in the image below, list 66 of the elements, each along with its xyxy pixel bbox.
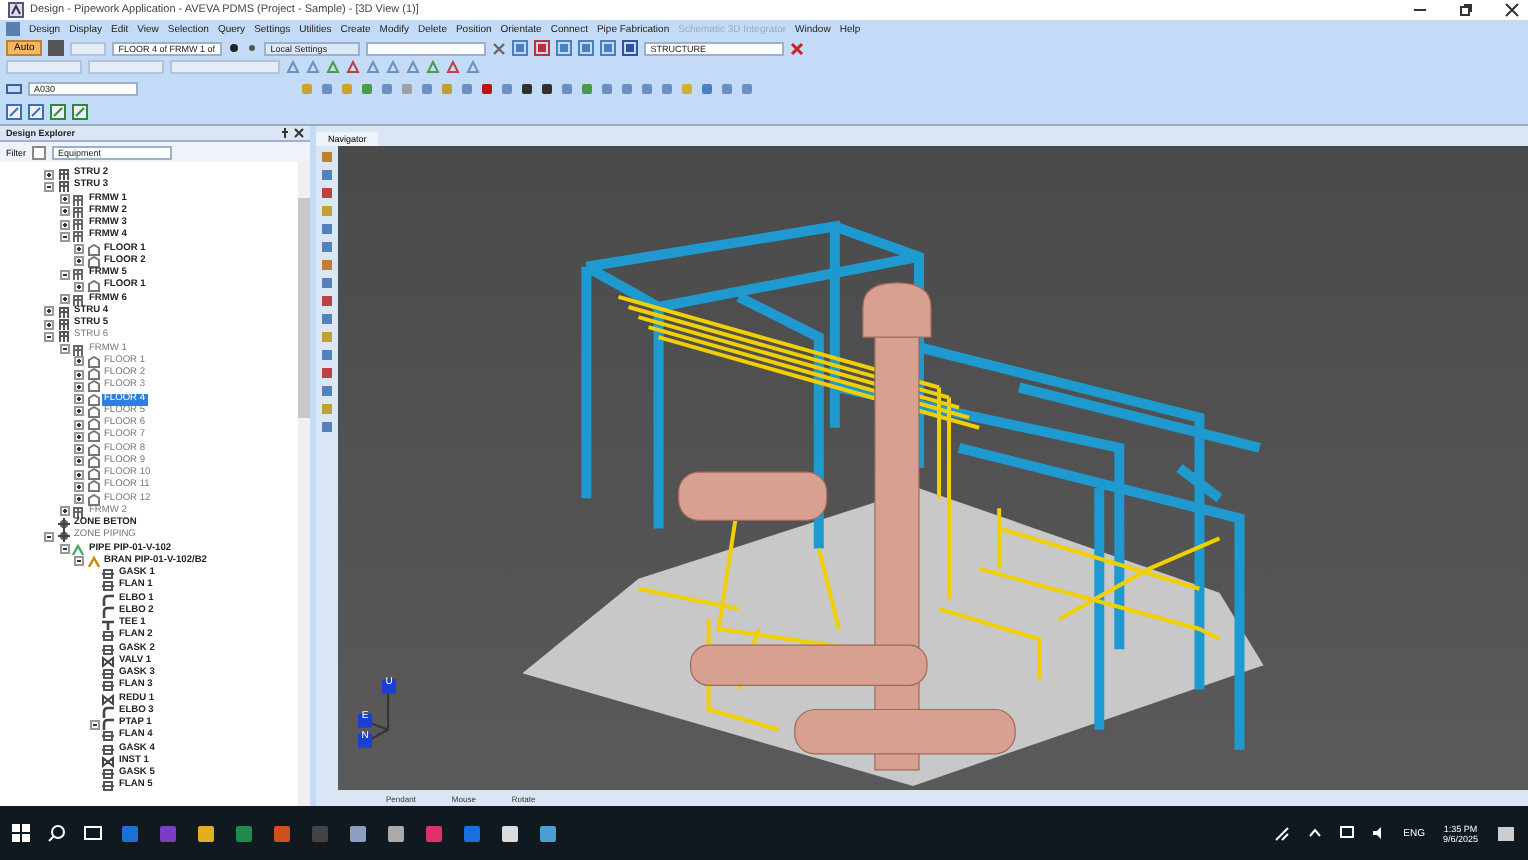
- monitor-icon[interactable]: [1339, 826, 1354, 840]
- expander-icon[interactable]: [74, 469, 84, 480]
- expander-icon[interactable]: [59, 294, 69, 305]
- expander-icon[interactable]: [44, 169, 54, 180]
- expander-icon[interactable]: [74, 494, 84, 505]
- app-icon: [8, 2, 24, 18]
- expander-icon[interactable]: [74, 481, 84, 492]
- expander-icon[interactable]: [74, 431, 84, 442]
- valve-icon: [102, 655, 114, 668]
- expander-icon[interactable]: [74, 381, 84, 392]
- expander-icon[interactable]: [59, 194, 69, 205]
- expander-icon[interactable]: [44, 181, 54, 192]
- expander-icon[interactable]: [59, 544, 69, 555]
- frame-icon: [72, 505, 84, 518]
- frame-icon: [72, 343, 84, 356]
- expander-icon[interactable]: [59, 506, 69, 517]
- expander-icon[interactable]: [59, 344, 69, 355]
- dot-icon[interactable]: [228, 42, 241, 54]
- expander-icon[interactable]: [74, 244, 84, 255]
- windows-icon[interactable]: [12, 824, 30, 842]
- tee-icon: [102, 618, 114, 631]
- valve-icon: [102, 755, 114, 768]
- speaker-icon[interactable]: [1371, 826, 1386, 840]
- expander-icon[interactable]: [74, 444, 84, 455]
- chevron-up-icon[interactable]: [1307, 826, 1322, 840]
- frame-icon: [72, 268, 84, 281]
- network-icon[interactable]: [1273, 825, 1290, 841]
- expander-icon[interactable]: [74, 556, 84, 567]
- filter-checkbox[interactable]: [32, 145, 46, 159]
- notification-icon[interactable]: [1496, 823, 1516, 843]
- text-field[interactable]: [170, 60, 280, 74]
- window-icon[interactable]: [6, 104, 22, 120]
- expander-icon[interactable]: [74, 406, 84, 417]
- dot-icon[interactable]: [246, 42, 259, 54]
- expander-icon[interactable]: [74, 256, 84, 267]
- pin-icon[interactable]: [280, 128, 290, 138]
- close-icon[interactable]: [1504, 2, 1520, 18]
- expander-icon[interactable]: [74, 394, 84, 405]
- expander-icon[interactable]: [44, 319, 54, 330]
- ruler-icon[interactable]: [6, 81, 22, 95]
- expander-icon[interactable]: [44, 531, 54, 542]
- square-icon[interactable]: [48, 40, 65, 56]
- expander-icon[interactable]: [44, 331, 54, 342]
- expander-icon[interactable]: [59, 206, 69, 217]
- expander-icon[interactable]: [59, 269, 69, 280]
- expander-icon[interactable]: [74, 281, 84, 292]
- search-icon[interactable]: [48, 824, 66, 842]
- restore-icon[interactable]: [1458, 2, 1474, 18]
- window-icon[interactable]: [50, 104, 66, 120]
- window-icon[interactable]: [72, 104, 88, 120]
- dropdown[interactable]: [366, 41, 487, 55]
- expander-icon[interactable]: [74, 356, 84, 367]
- expander-icon[interactable]: [59, 231, 69, 242]
- axis-indicator-icon: [358, 679, 397, 748]
- expander-icon[interactable]: [44, 306, 54, 317]
- close-icon[interactable]: [294, 128, 304, 138]
- expander-icon[interactable]: [89, 719, 99, 730]
- app-icon: [6, 22, 20, 36]
- expander-icon[interactable]: [74, 419, 84, 430]
- expander-icon[interactable]: [74, 456, 84, 467]
- task-view-icon[interactable]: [84, 824, 102, 842]
- expander-icon[interactable]: [74, 369, 84, 380]
- window-icon[interactable]: [28, 104, 44, 120]
- valve-icon: [102, 693, 114, 706]
- frame-icon: [72, 293, 84, 306]
- expander-icon[interactable]: [59, 219, 69, 230]
